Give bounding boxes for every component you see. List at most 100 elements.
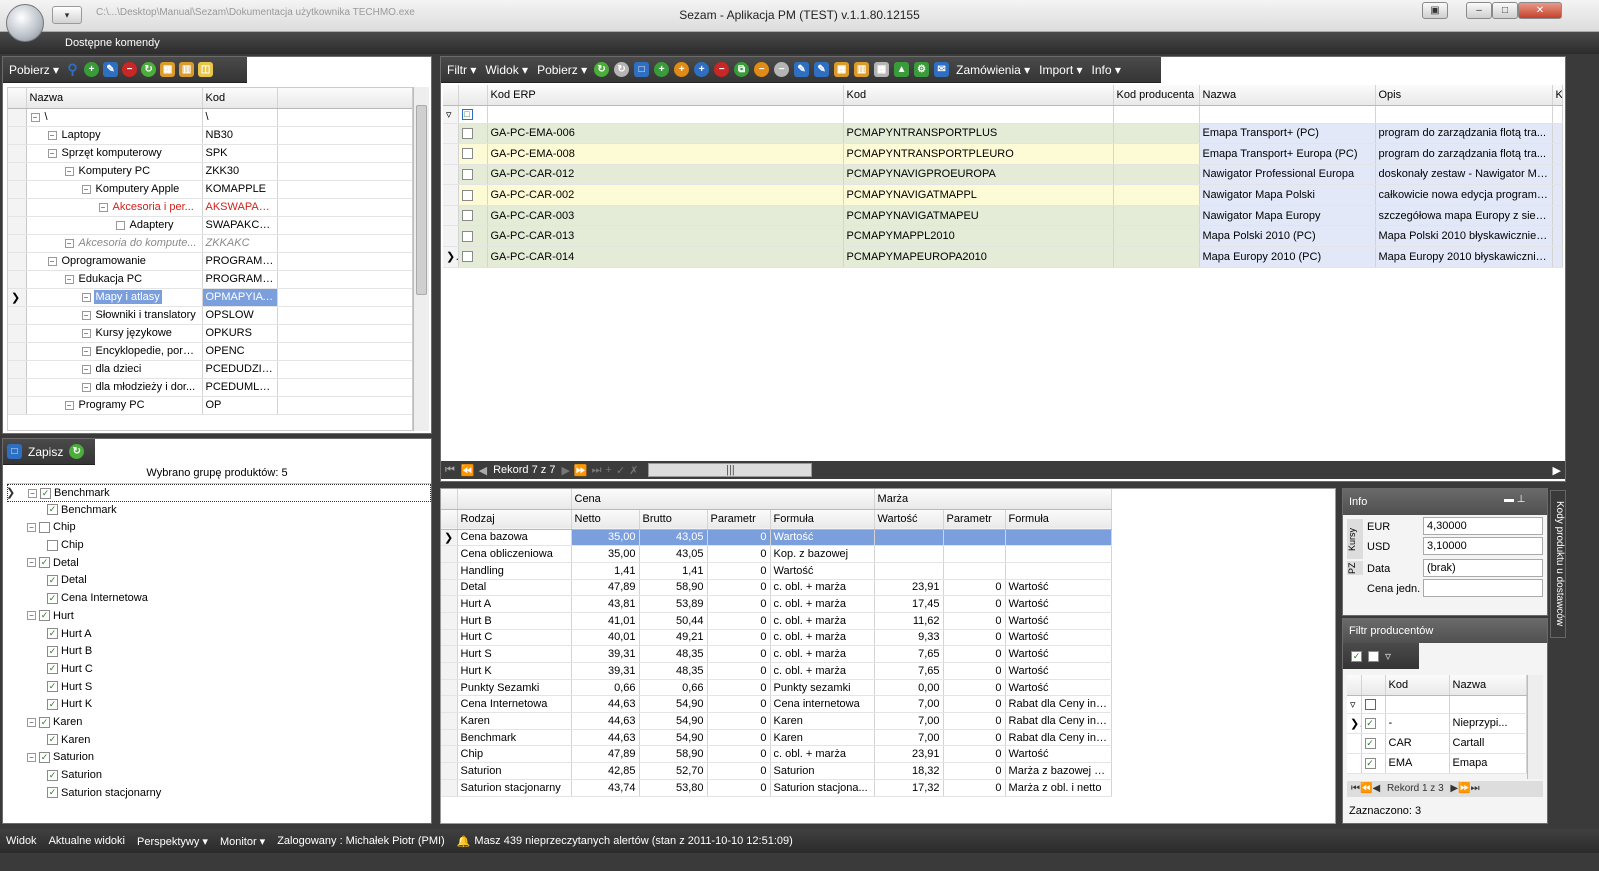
margin-header-formula[interactable]: Formuła [1005,509,1112,530]
tree-code-cell[interactable]: AKSWAPAKC [202,198,278,217]
producer-checkbox-cell[interactable]: ✓ [1361,733,1386,754]
margin-param-cell[interactable] [943,562,1006,580]
price-param-cell[interactable]: 0 [707,762,771,780]
price-header-param[interactable]: Parametr [707,509,771,530]
price-row[interactable]: Saturion 42,85 52,70 0 Saturion 18,32 0 Marża z… [441,762,1112,780]
group-checkbox[interactable]: ✓ [40,487,51,499]
group-checkbox[interactable]: ✓ [47,663,58,675]
product-k-cell[interactable] [1552,246,1563,268]
product-row[interactable]: GA-PC-EMA-008 PCMAPYNTRANSPORTPLEURO Emapa… [443,143,1563,165]
price-header-net[interactable]: Netto [571,509,640,530]
tree-name-cell[interactable]: − Edukacja PC [26,270,203,289]
price-row[interactable]: Hurt A 43,81 53,89 0 c. obl. + marża 17,45 0 Wa… [441,595,1112,613]
view-menu[interactable]: Widok ▾ [483,63,530,77]
margin-value-cell[interactable]: 23,91 [874,579,944,597]
maximize-button[interactable]: □ [1492,2,1518,19]
tree-code-cell[interactable]: OPENC [202,342,278,361]
col-header-producer-code[interactable]: Kod producenta [1113,85,1200,106]
price-gross-cell[interactable]: 58,90 [639,579,708,597]
group-item[interactable]: ❯ − ✓ Benchmark [6,484,431,502]
margin-formula-cell[interactable] [1005,545,1112,563]
price-param-cell[interactable]: 0 [707,779,771,797]
tree-code-cell[interactable]: SWAPAKCAD [202,216,278,235]
refresh-icon[interactable]: ↻ [594,62,610,77]
price-gross-cell[interactable]: 43,05 [639,545,708,563]
product-k-cell[interactable] [1552,225,1563,248]
margin-value-cell[interactable]: 9,33 [874,629,944,647]
price-formula-cell[interactable]: Kop. z bazowej [770,545,875,563]
price-gross-cell[interactable]: 1,41 [639,562,708,580]
price-formula-cell[interactable]: c. obl. + marża [770,612,875,630]
product-checkbox-cell[interactable] [458,123,488,145]
filter-cell[interactable] [1449,695,1527,714]
tree-row[interactable]: − Akcesoria do kompute... ZKKAKC [8,234,412,253]
product-description-cell[interactable]: doskonały zestaw - Nawigator Ma... [1375,164,1553,186]
product-checkbox-cell[interactable] [458,184,488,206]
price-row[interactable]: Hurt B 41,01 50,44 0 c. obl. + marża 11,62 0 Wa… [441,612,1112,630]
price-type-cell[interactable]: Hurt B [457,612,572,630]
price-header-type[interactable]: Rodzaj [457,509,572,530]
refresh-icon[interactable]: ↻ [69,444,85,459]
margin-param-cell[interactable] [943,545,1006,563]
tree-row[interactable]: − Kursy językowe OPKURS [8,324,412,343]
price-row[interactable]: Handling 1,41 1,41 0 Wartość [441,562,1112,580]
tree-download-menu[interactable]: Pobierz ▾ [7,63,61,77]
copy-icon[interactable]: ⧉ [734,62,750,77]
producer-name-cell[interactable]: Cartall [1449,733,1527,754]
tree-header-code[interactable]: Kod [202,88,278,109]
tree-name-cell[interactable]: − Komputery PC [26,162,203,181]
price-formula-cell[interactable]: c. obl. + marża [770,745,875,764]
product-k-cell[interactable] [1552,164,1563,186]
expander-icon[interactable]: − [30,112,40,122]
group-checkbox[interactable]: ✓ [39,557,50,569]
folder-icon[interactable]: ◫ [198,62,214,77]
tree-name-cell[interactable]: − Encyklopedie, pora... [26,342,203,361]
group-checkbox[interactable]: ✓ [47,504,58,516]
tree-code-cell[interactable]: OPMAPYIAT... [202,288,278,307]
add-icon[interactable]: + [654,62,670,77]
group-checkbox[interactable]: ✓ [47,734,58,746]
price-gross-cell[interactable]: 53,89 [639,595,708,613]
producer-header-name[interactable]: Nazwa [1449,675,1527,696]
tree-row[interactable]: ❯ − Mapy i atlasy OPMAPYIAT... [8,288,412,307]
product-code-cell[interactable]: PCMAPYNAVIGPROEUROPA [843,164,1114,186]
info-menu[interactable]: Info ▾ [1090,63,1123,77]
expander-icon[interactable]: − [81,328,91,338]
product-code-cell[interactable]: PCMAPYNAVIGATMAPPL [843,184,1114,206]
prev-page-icon[interactable]: ⏪ [459,464,477,477]
close-button[interactable]: ✕ [1518,2,1562,19]
status-view[interactable]: Widok [6,835,37,847]
price-gross-cell[interactable]: 53,80 [639,779,708,797]
producer-code-cell[interactable]: EMA [1385,753,1450,774]
product-description-cell[interactable]: Mapa Polski 2010 błyskawicznie o... [1375,225,1553,248]
price-type-cell[interactable]: Hurt K [457,662,572,680]
filter-row-checkbox[interactable] [1361,695,1386,714]
price-row[interactable]: Hurt K 39,31 48,35 0 c. obl. + marża 7,65 0 War… [441,662,1112,680]
price-row[interactable]: Cena Internetowa 44,63 54,90 0 Cena internet… [441,695,1112,714]
tree-row[interactable]: − Słowniki i translatory OPSLOW [8,306,412,325]
margin-formula-cell[interactable]: Wartość [1005,645,1112,663]
margin-formula-cell[interactable]: Wartość [1005,595,1112,613]
product-name-cell[interactable]: Mapa Polski 2010 (PC) [1199,225,1376,248]
group-checkbox[interactable]: ✓ [47,681,58,693]
tree-name-cell[interactable]: Adaptery [26,216,203,235]
producer-vertical-scrollbar[interactable] [1527,675,1543,779]
margin-param-cell[interactable]: 0 [943,779,1006,797]
expander-icon[interactable]: − [47,256,57,266]
price-row[interactable]: Benchmark 44,63 54,90 0 Karen 7,00 0 Rabat dla … [441,729,1112,747]
status-current-views[interactable]: Aktualne widoki [49,835,125,847]
producer-name-cell[interactable]: Emapa [1449,753,1527,774]
expander-icon[interactable]: − [81,382,91,392]
product-producer-code-cell[interactable] [1113,225,1200,248]
margin-param-cell[interactable]: 0 [943,695,1006,714]
margin-param-cell[interactable]: 0 [943,729,1006,747]
group-item[interactable]: ✓ Hurt B [7,643,431,661]
price-type-cell[interactable]: Hurt A [457,595,572,613]
insert-record-icon[interactable]: + [604,464,614,476]
price-formula-cell[interactable]: Saturion stacjona... [770,779,875,797]
product-code-cell[interactable]: PCMAPYNTRANSPORTPLUS [843,123,1114,145]
group-item[interactable]: Chip [7,537,431,555]
delete-icon[interactable]: − [122,62,138,77]
disabled-grid-icon[interactable]: ▦ [874,62,890,77]
price-net-cell[interactable]: 39,31 [571,645,640,663]
